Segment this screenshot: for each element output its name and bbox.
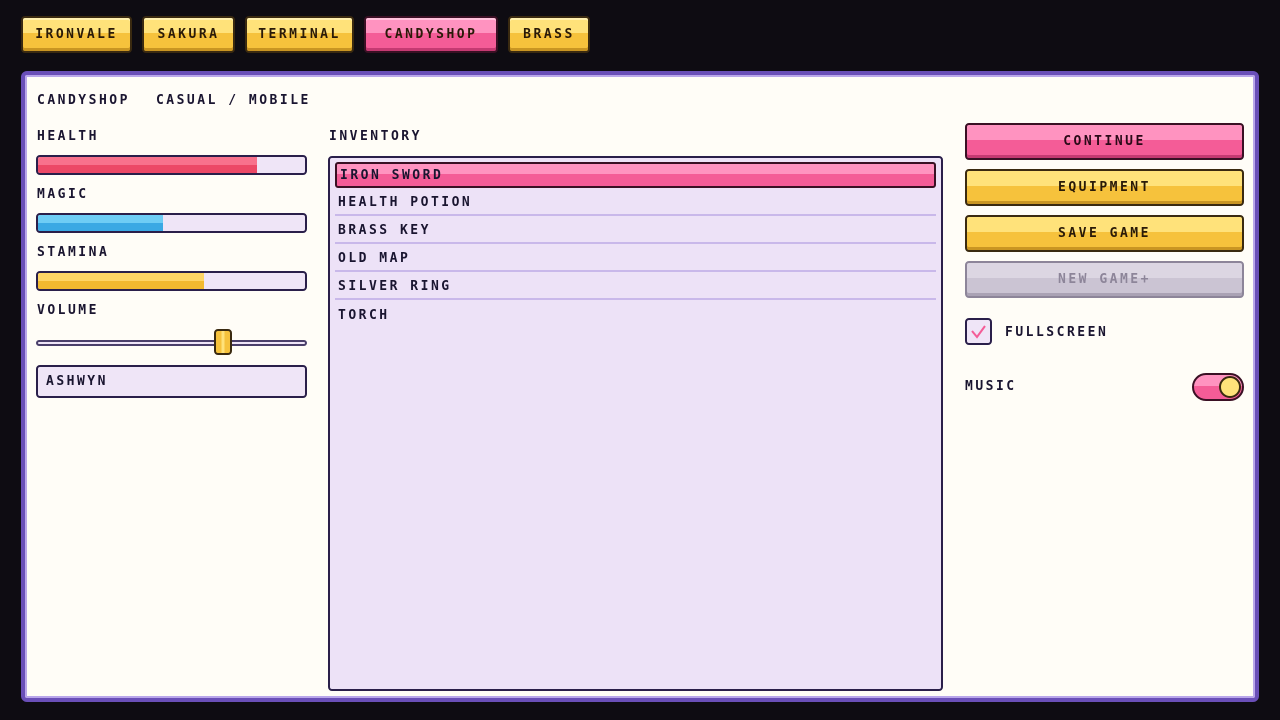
stamina-label: STAMINA xyxy=(37,245,110,260)
health-label: HEALTH xyxy=(37,129,99,144)
tab-terminal[interactable]: TERMINAL xyxy=(245,16,354,53)
tab-sakura[interactable]: SAKURA xyxy=(142,16,235,53)
tab-brass[interactable]: BRASS xyxy=(508,16,590,53)
equipment-button[interactable]: EQUIPMENT xyxy=(965,169,1244,206)
volume-label: VOLUME xyxy=(37,303,99,318)
tab-ironvale[interactable]: IRONVALE xyxy=(21,16,132,53)
save-game-button[interactable]: SAVE GAME xyxy=(965,215,1244,252)
main-panel: CANDYSHOP CASUAL / MOBILE HEALTH MAGIC S… xyxy=(21,71,1259,702)
stamina-bar-fill xyxy=(38,273,204,289)
volume-slider-knob[interactable] xyxy=(213,329,232,355)
music-label: MUSIC xyxy=(965,379,1017,394)
player-name-input[interactable]: ASHWYN xyxy=(36,365,307,398)
music-toggle[interactable] xyxy=(1192,373,1244,401)
music-toggle-knob xyxy=(1219,376,1241,398)
volume-slider-track[interactable] xyxy=(36,340,307,346)
tab-candyshop[interactable]: CANDYSHOP xyxy=(364,16,498,53)
list-item[interactable]: BRASS KEY xyxy=(335,218,936,244)
theme-tabs: IRONVALE SAKURA TERMINAL CANDYSHOP BRASS xyxy=(21,16,590,53)
list-item[interactable]: HEALTH POTION xyxy=(335,190,936,216)
theme-name: CANDYSHOP xyxy=(37,93,130,108)
health-bar xyxy=(36,155,307,175)
stamina-bar xyxy=(36,271,307,291)
panel-header: CANDYSHOP CASUAL / MOBILE xyxy=(37,93,311,108)
continue-button[interactable]: CONTINUE xyxy=(965,123,1244,160)
health-bar-fill xyxy=(38,157,257,173)
fullscreen-label: FULLSCREEN xyxy=(1005,325,1109,340)
list-item[interactable]: TORCH xyxy=(335,302,936,328)
new-game-plus-button: NEW GAME+ xyxy=(965,261,1244,298)
magic-bar-fill xyxy=(38,215,164,231)
checkmark-icon xyxy=(971,325,986,339)
inventory-list[interactable]: IRON SWORD HEALTH POTION BRASS KEY OLD M… xyxy=(328,156,943,691)
list-item[interactable]: SILVER RING xyxy=(335,274,936,300)
list-item[interactable]: OLD MAP xyxy=(335,246,936,272)
fullscreen-checkbox[interactable] xyxy=(965,318,992,345)
magic-bar xyxy=(36,213,307,233)
theme-style: CASUAL / MOBILE xyxy=(155,93,311,108)
list-item[interactable]: IRON SWORD xyxy=(335,162,936,188)
inventory-label: INVENTORY xyxy=(329,129,422,144)
magic-label: MAGIC xyxy=(37,187,89,202)
